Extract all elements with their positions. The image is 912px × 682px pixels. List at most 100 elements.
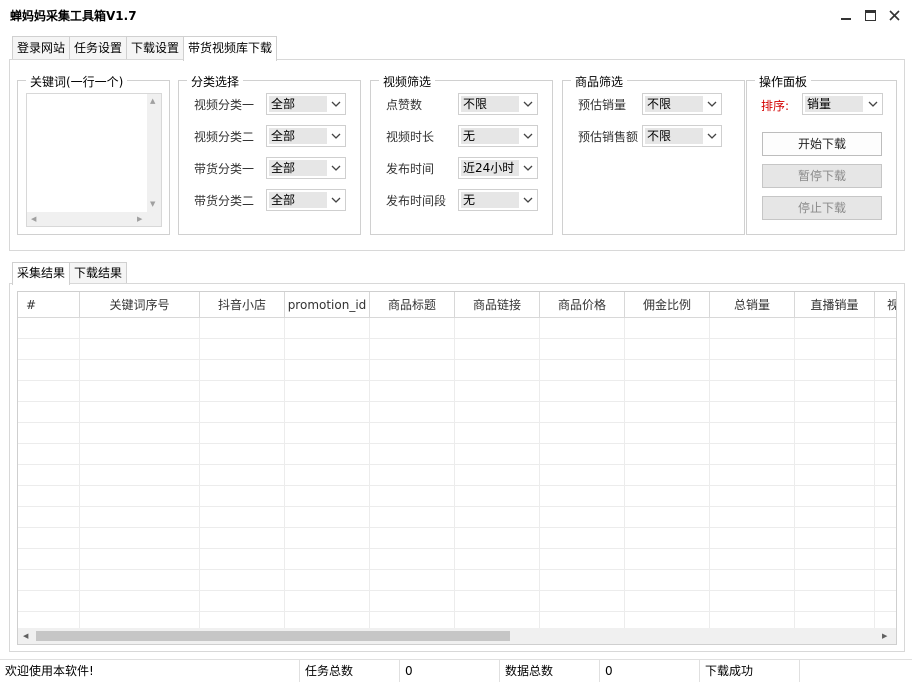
table-cell[interactable] (285, 549, 370, 569)
maximize-button[interactable] (858, 6, 882, 26)
table-cell[interactable] (18, 591, 80, 611)
scroll-left-icon[interactable]: ◀ (23, 632, 28, 640)
table-cell[interactable] (540, 360, 625, 380)
column-header-index[interactable]: # (18, 292, 80, 318)
table-cell[interactable] (540, 423, 625, 443)
minimize-button[interactable] (834, 6, 858, 26)
column-header-video[interactable]: 视 (875, 292, 896, 318)
table-cell[interactable] (795, 591, 875, 611)
scroll-right-icon[interactable]: ▶ (882, 632, 887, 640)
table-cell[interactable] (540, 381, 625, 401)
results-table[interactable]: # 关键词序号 抖音小店 promotion_id 商品标题 商品链接 商品价格… (17, 291, 897, 645)
tab-download-settings[interactable]: 下载设置 (126, 36, 185, 60)
table-cell[interactable] (200, 549, 285, 569)
table-cell[interactable] (625, 528, 710, 548)
table-cell[interactable] (370, 444, 455, 464)
column-header-commission-rate[interactable]: 佣金比例 (625, 292, 710, 318)
table-cell[interactable] (80, 591, 200, 611)
table-cell[interactable] (200, 381, 285, 401)
table-cell[interactable] (200, 360, 285, 380)
table-cell[interactable] (370, 465, 455, 485)
table-cell[interactable] (285, 339, 370, 359)
table-cell[interactable] (540, 444, 625, 464)
table-cell[interactable] (370, 507, 455, 527)
table-cell[interactable] (200, 486, 285, 506)
column-header-promotion-id[interactable]: promotion_id (285, 292, 370, 318)
tab-video-library-download[interactable]: 带货视频库下载 (183, 36, 278, 61)
table-cell[interactable] (540, 402, 625, 422)
table-cell[interactable] (370, 549, 455, 569)
table-cell[interactable] (80, 549, 200, 569)
table-cell[interactable] (625, 402, 710, 422)
table-cell[interactable] (710, 486, 795, 506)
table-cell[interactable] (285, 423, 370, 443)
table-row[interactable] (18, 318, 896, 339)
table-cell[interactable] (875, 423, 896, 443)
table-cell[interactable] (875, 507, 896, 527)
table-cell[interactable] (80, 318, 200, 338)
table-cell[interactable] (285, 528, 370, 548)
column-header-total-sales[interactable]: 总销量 (710, 292, 795, 318)
table-cell[interactable] (875, 318, 896, 338)
table-cell[interactable] (18, 381, 80, 401)
table-cell[interactable] (540, 591, 625, 611)
table-cell[interactable] (455, 528, 540, 548)
table-cell[interactable] (795, 381, 875, 401)
table-cell[interactable] (455, 507, 540, 527)
table-cell[interactable] (200, 444, 285, 464)
table-cell[interactable] (625, 570, 710, 590)
table-cell[interactable] (795, 402, 875, 422)
table-cell[interactable] (455, 318, 540, 338)
table-cell[interactable] (540, 528, 625, 548)
table-cell[interactable] (285, 486, 370, 506)
table-cell[interactable] (875, 570, 896, 590)
table-cell[interactable] (370, 360, 455, 380)
stop-download-button[interactable]: 停止下载 (762, 196, 882, 220)
table-cell[interactable] (200, 465, 285, 485)
table-cell[interactable] (18, 339, 80, 359)
table-cell[interactable] (370, 402, 455, 422)
column-header-product-price[interactable]: 商品价格 (540, 292, 625, 318)
table-cell[interactable] (370, 339, 455, 359)
table-row[interactable] (18, 549, 896, 570)
tab-download-results[interactable]: 下载结果 (69, 262, 128, 284)
table-cell[interactable] (795, 507, 875, 527)
table-cell[interactable] (540, 318, 625, 338)
table-cell[interactable] (540, 507, 625, 527)
table-cell[interactable] (370, 486, 455, 506)
tab-login-site[interactable]: 登录网站 (12, 36, 71, 60)
table-cell[interactable] (80, 486, 200, 506)
table-cell[interactable] (200, 339, 285, 359)
table-cell[interactable] (710, 402, 795, 422)
table-cell[interactable] (18, 507, 80, 527)
table-cell[interactable] (540, 549, 625, 569)
table-row[interactable] (18, 444, 896, 465)
table-cell[interactable] (200, 570, 285, 590)
table-cell[interactable] (710, 360, 795, 380)
table-cell[interactable] (875, 339, 896, 359)
table-cell[interactable] (710, 381, 795, 401)
table-cell[interactable] (710, 591, 795, 611)
table-cell[interactable] (625, 486, 710, 506)
table-cell[interactable] (625, 381, 710, 401)
table-cell[interactable] (875, 528, 896, 548)
table-cell[interactable] (18, 423, 80, 443)
scrollbar-thumb[interactable] (36, 631, 510, 641)
table-cell[interactable] (875, 360, 896, 380)
table-cell[interactable] (540, 339, 625, 359)
table-cell[interactable] (200, 318, 285, 338)
table-cell[interactable] (795, 318, 875, 338)
publish-time-select[interactable]: 近24小时 (458, 157, 538, 179)
table-cell[interactable] (795, 465, 875, 485)
table-cell[interactable] (875, 591, 896, 611)
start-download-button[interactable]: 开始下载 (762, 132, 882, 156)
table-cell[interactable] (80, 339, 200, 359)
table-cell[interactable] (625, 549, 710, 569)
scroll-left-icon[interactable]: ◀ (31, 215, 36, 223)
table-cell[interactable] (370, 423, 455, 443)
keywords-horizontal-scrollbar[interactable]: ◀ ▶ (27, 212, 149, 226)
table-cell[interactable] (795, 423, 875, 443)
table-cell[interactable] (455, 591, 540, 611)
table-cell[interactable] (18, 570, 80, 590)
table-cell[interactable] (80, 360, 200, 380)
